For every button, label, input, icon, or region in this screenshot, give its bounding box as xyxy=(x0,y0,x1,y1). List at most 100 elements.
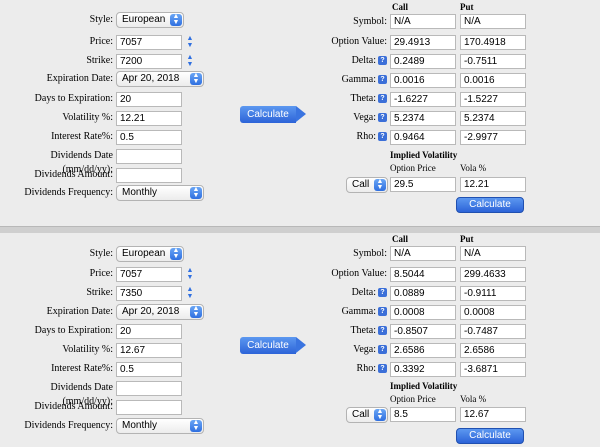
volatility-input[interactable]: 12.67 xyxy=(116,343,182,358)
question-mark-icon[interactable]: ? xyxy=(378,113,387,123)
question-mark-icon[interactable]: ? xyxy=(378,75,387,85)
strike-input[interactable]: 7350 xyxy=(116,286,182,301)
option-price-input[interactable]: 8.5 xyxy=(390,407,456,422)
div-date-input[interactable] xyxy=(116,381,182,396)
theta-call-field[interactable]: -1.6227 xyxy=(390,92,456,107)
symbol-put-field[interactable]: N/A xyxy=(460,246,526,261)
theta-call-field[interactable]: -0.8507 xyxy=(390,324,456,339)
delta-call-field[interactable]: 0.0889 xyxy=(390,286,456,301)
symbol-put-field[interactable]: N/A xyxy=(460,14,526,29)
calculate-button[interactable]: Calculate xyxy=(240,106,306,123)
gamma-put-field[interactable]: 0.0016 xyxy=(460,73,526,88)
question-mark-icon[interactable]: ? xyxy=(378,132,387,142)
option-price-header: Option Price xyxy=(390,163,436,173)
div-date-input[interactable] xyxy=(116,149,182,164)
theta-label: Theta:? xyxy=(300,324,387,338)
price-label: Price: xyxy=(89,268,113,279)
delta-label: Delta:? xyxy=(300,286,387,300)
style-select[interactable]: European ▲ ▼ xyxy=(116,12,184,28)
price-stepper-icon[interactable]: ▲ ▼ xyxy=(185,35,195,51)
interest-input[interactable]: 0.5 xyxy=(116,130,182,145)
gamma-put-field[interactable]: 0.0008 xyxy=(460,305,526,320)
option-type-select[interactable]: Call ▲ ▼ xyxy=(346,177,388,193)
option-type-select[interactable]: Call ▲ ▼ xyxy=(346,407,388,423)
symbol-label: Symbol: xyxy=(353,16,387,27)
delta-put-field[interactable]: -0.7511 xyxy=(460,54,526,69)
calculator-panel-2: Style: Price: Strike: Expiration Date: D… xyxy=(0,233,600,447)
rho-call-field[interactable]: 0.3392 xyxy=(390,362,456,377)
style-select[interactable]: European ▲ ▼ xyxy=(116,246,184,262)
chevron-up-down-icon: ▲ ▼ xyxy=(170,13,182,26)
question-mark-icon[interactable]: ? xyxy=(378,307,387,317)
question-mark-icon[interactable]: ? xyxy=(378,94,387,104)
strike-input[interactable]: 7200 xyxy=(116,54,182,69)
option-price-input[interactable]: 29.5 xyxy=(390,177,456,192)
implied-calculate-button[interactable]: Calculate xyxy=(456,428,524,444)
strike-label: Strike: xyxy=(86,55,113,66)
vega-put-field[interactable]: 2.6586 xyxy=(460,343,526,358)
vola-field[interactable]: 12.21 xyxy=(460,177,526,192)
expiration-label: Expiration Date: xyxy=(46,73,113,84)
style-label: Style: xyxy=(89,14,113,25)
put-header: Put xyxy=(460,234,474,244)
delta-put-field[interactable]: -0.9111 xyxy=(460,286,526,301)
rho-call-field[interactable]: 0.9464 xyxy=(390,130,456,145)
interest-label: Interest Rate%: xyxy=(51,131,113,142)
implied-volatility-title: Implied Volatility xyxy=(390,381,458,391)
theta-put-field[interactable]: -0.7487 xyxy=(460,324,526,339)
strike-stepper-icon[interactable]: ▲ ▼ xyxy=(185,54,195,70)
question-mark-icon[interactable]: ? xyxy=(378,364,387,374)
vega-call-field[interactable]: 2.6586 xyxy=(390,343,456,358)
calculator-panel-1: Style: Price: Strike: Expiration Date: D… xyxy=(0,0,600,226)
vega-call-field[interactable]: 5.2374 xyxy=(390,111,456,126)
expiration-select[interactable]: Apr 20, 2018 ▲ ▼ xyxy=(116,71,204,87)
gamma-call-field[interactable]: 0.0016 xyxy=(390,73,456,88)
div-freq-label: Dividends Frequency: xyxy=(24,187,113,198)
price-label: Price: xyxy=(89,36,113,47)
chevron-up-down-icon: ▲ ▼ xyxy=(374,178,386,191)
symbol-call-field[interactable]: N/A xyxy=(390,14,456,29)
price-input[interactable]: 7057 xyxy=(116,35,182,50)
volatility-input[interactable]: 12.21 xyxy=(116,111,182,126)
chevron-up-down-icon: ▲ ▼ xyxy=(374,408,386,421)
calculate-button[interactable]: Calculate xyxy=(240,337,306,354)
vola-field[interactable]: 12.67 xyxy=(460,407,526,422)
rho-put-field[interactable]: -2.9977 xyxy=(460,130,526,145)
expiration-select[interactable]: Apr 20, 2018 ▲ ▼ xyxy=(116,304,204,320)
question-mark-icon[interactable]: ? xyxy=(378,345,387,355)
question-mark-icon[interactable]: ? xyxy=(378,326,387,336)
question-mark-icon[interactable]: ? xyxy=(378,288,387,298)
chevron-up-down-icon: ▲ ▼ xyxy=(190,186,202,199)
option-value-put-field[interactable]: 170.4918 xyxy=(460,35,526,50)
strike-stepper-icon[interactable]: ▲ ▼ xyxy=(185,286,195,302)
option-value-label: Option Value: xyxy=(331,268,387,279)
div-amount-input[interactable] xyxy=(116,168,182,183)
theta-put-field[interactable]: -1.5227 xyxy=(460,92,526,107)
option-value-call-field[interactable]: 8.5044 xyxy=(390,267,456,282)
option-value-put-field[interactable]: 299.4633 xyxy=(460,267,526,282)
question-mark-icon[interactable]: ? xyxy=(378,56,387,66)
price-stepper-icon[interactable]: ▲ ▼ xyxy=(185,267,195,283)
symbol-call-field[interactable]: N/A xyxy=(390,246,456,261)
days-input[interactable]: 20 xyxy=(116,92,182,107)
implied-volatility-title: Implied Volatility xyxy=(390,150,458,160)
vega-label: Vega:? xyxy=(300,343,387,357)
div-freq-select[interactable]: Monthly ▲ ▼ xyxy=(116,185,204,201)
symbol-label: Symbol: xyxy=(353,248,387,259)
expiration-label: Expiration Date: xyxy=(46,306,113,317)
delta-call-field[interactable]: 0.2489 xyxy=(390,54,456,69)
days-label: Days to Expiration: xyxy=(34,93,113,104)
implied-calculate-button[interactable]: Calculate xyxy=(456,197,524,213)
div-amount-input[interactable] xyxy=(116,400,182,415)
div-freq-select[interactable]: Monthly ▲ ▼ xyxy=(116,418,204,434)
vega-put-field[interactable]: 5.2374 xyxy=(460,111,526,126)
chevron-up-down-icon: ▲ ▼ xyxy=(190,72,202,85)
days-input[interactable]: 20 xyxy=(116,324,182,339)
days-label: Days to Expiration: xyxy=(34,325,113,336)
interest-label: Interest Rate%: xyxy=(51,363,113,374)
rho-put-field[interactable]: -3.6871 xyxy=(460,362,526,377)
option-value-call-field[interactable]: 29.4913 xyxy=(390,35,456,50)
gamma-call-field[interactable]: 0.0008 xyxy=(390,305,456,320)
interest-input[interactable]: 0.5 xyxy=(116,362,182,377)
price-input[interactable]: 7057 xyxy=(116,267,182,282)
